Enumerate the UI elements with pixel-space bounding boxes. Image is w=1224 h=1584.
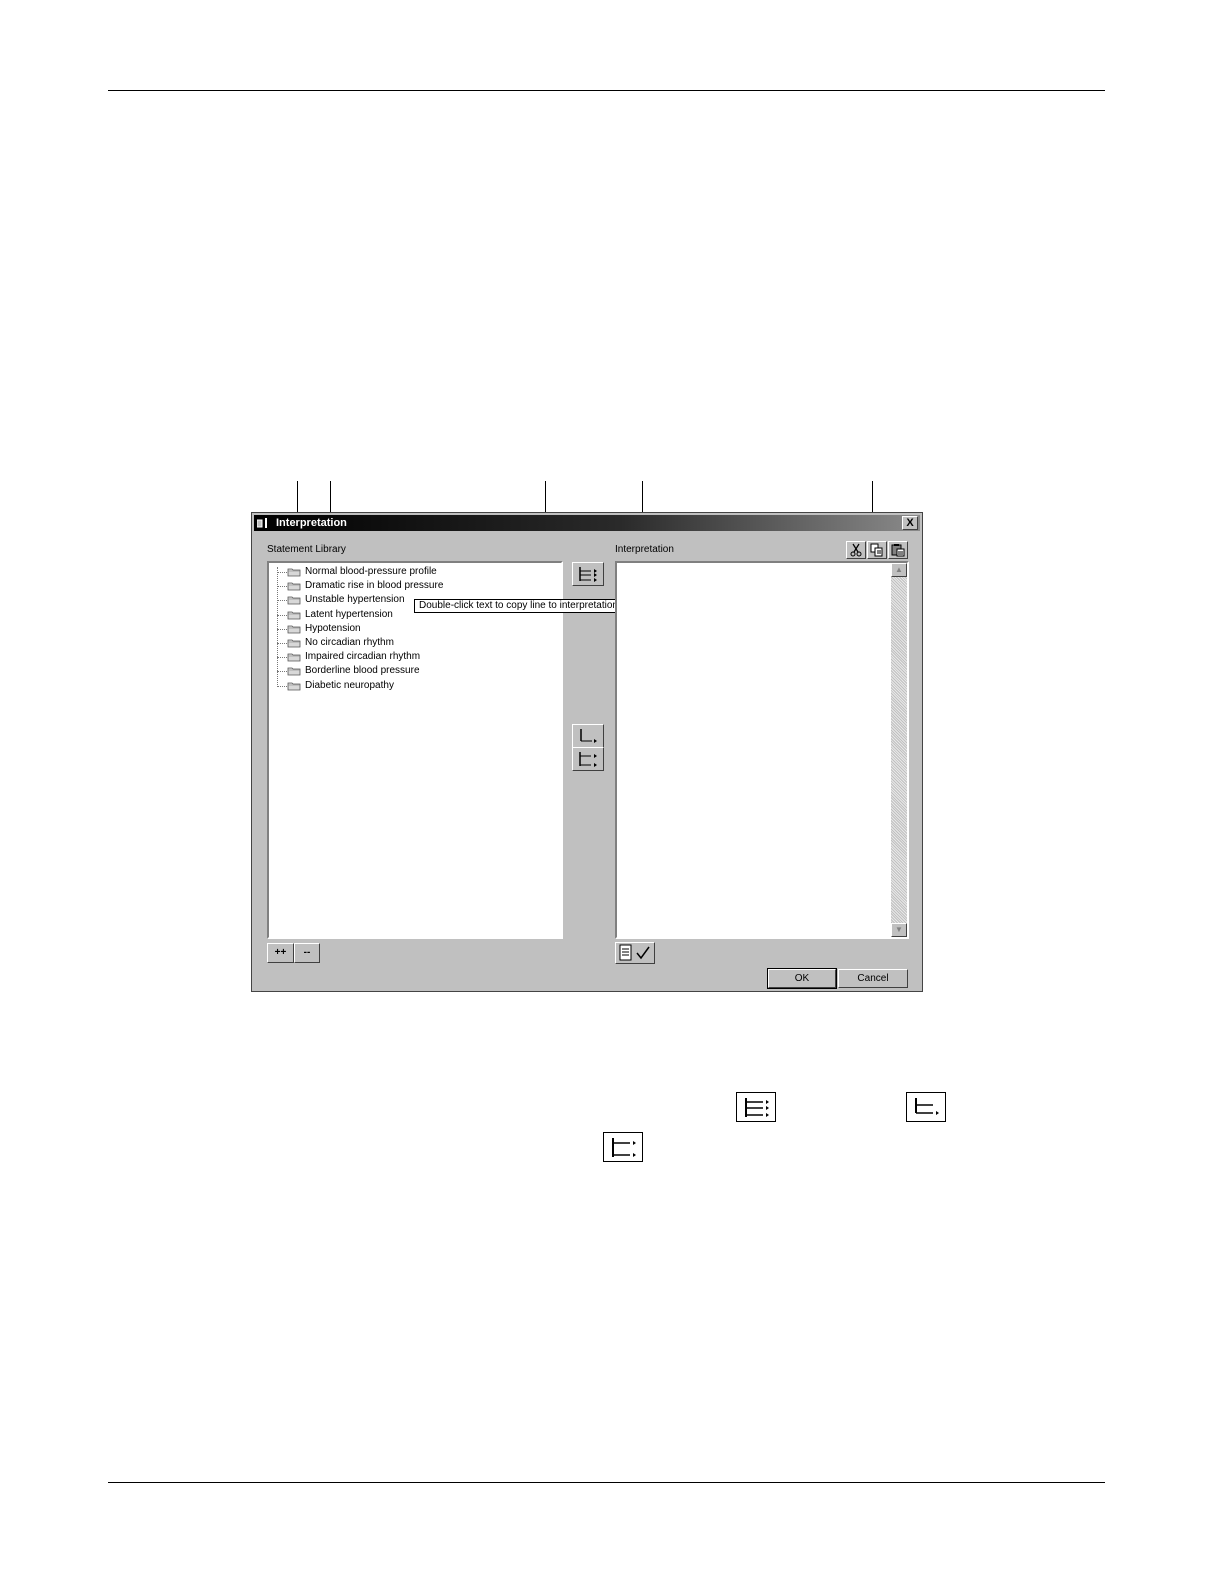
tree-connector	[277, 685, 287, 687]
folder-icon	[287, 667, 301, 676]
tree-item[interactable]: Normal blood-pressure profile	[305, 565, 437, 579]
tree-item[interactable]: Diabetic neuropathy	[305, 679, 394, 693]
tree-connector	[277, 600, 287, 602]
cut-button[interactable]	[846, 541, 866, 559]
tree-connector	[277, 567, 278, 685]
interpretation-label: Interpretation	[615, 544, 674, 555]
copy-button[interactable]	[867, 541, 887, 559]
copy-line-button[interactable]	[572, 724, 604, 748]
bottom-rule	[108, 1482, 1105, 1483]
copy-all-button[interactable]	[572, 562, 604, 586]
folder-icon	[287, 568, 301, 577]
tree-connector	[277, 586, 287, 588]
tree-item[interactable]: Borderline blood pressure	[305, 664, 420, 678]
copy-line-icon-sample	[906, 1092, 946, 1122]
apply-interpretation-button[interactable]	[615, 942, 655, 964]
folder-icon	[287, 582, 301, 591]
scroll-down-button[interactable]: ▼	[891, 923, 907, 937]
ok-button[interactable]: OK	[767, 968, 837, 989]
copy-branch-icon-sample	[603, 1132, 643, 1162]
top-rule	[108, 90, 1105, 91]
folder-icon	[287, 611, 301, 619]
cancel-button[interactable]: Cancel	[838, 969, 908, 988]
document-check-icon	[619, 944, 650, 961]
cut-icon	[850, 543, 862, 557]
interpretation-scrollbar[interactable]: ▲ ▼	[891, 563, 907, 937]
folder-icon	[287, 639, 301, 648]
copy-branch-icon	[579, 752, 597, 767]
expand-all-button[interactable]: ++	[267, 943, 294, 963]
copy-line-icon	[580, 729, 597, 743]
app-icon	[257, 518, 267, 528]
folder-icon	[287, 653, 301, 662]
dialog-title: Interpretation	[276, 517, 347, 529]
tree-item[interactable]: Latent hypertension	[305, 608, 393, 622]
folder-icon	[287, 596, 301, 605]
paste-icon	[891, 544, 905, 557]
tree-item[interactable]: Impaired circadian rhythm	[305, 650, 420, 664]
collapse-all-button[interactable]: --	[294, 943, 320, 963]
title-bar[interactable]: Interpretation X	[254, 515, 920, 531]
copy-all-icon-sample	[736, 1092, 776, 1122]
copy-branch-icon	[612, 1138, 636, 1157]
close-button[interactable]: X	[902, 516, 918, 530]
paste-button[interactable]	[888, 541, 908, 559]
tree-connector	[277, 614, 287, 616]
tree-item[interactable]: Dramatic rise in blood pressure	[305, 579, 443, 593]
copy-all-icon	[745, 1098, 769, 1117]
tooltip: Double-click text to copy line to interp…	[414, 599, 647, 613]
statement-library-label: Statement Library	[267, 544, 346, 555]
copy-branch-button[interactable]	[572, 747, 604, 771]
tree-item[interactable]: Unstable hypertension	[305, 593, 405, 607]
interpretation-dialog: Interpretation X Statement Library Inter…	[251, 512, 923, 992]
interpretation-field[interactable]: ▲ ▼	[615, 561, 909, 939]
statement-library-tree[interactable]: Normal blood-pressure profile Dramatic ri…	[267, 561, 563, 939]
copy-icon	[870, 543, 883, 557]
tree-connector	[277, 657, 287, 659]
tree-connector	[277, 671, 287, 673]
tree-connector	[277, 628, 287, 630]
scroll-up-button[interactable]: ▲	[891, 563, 907, 577]
tree-connector	[277, 643, 287, 644]
folder-icon	[287, 625, 301, 634]
copy-all-icon	[579, 567, 597, 582]
folder-icon	[287, 682, 301, 690]
tree-connector	[277, 572, 287, 573]
tree-item[interactable]: No circadian rhythm	[305, 636, 394, 650]
copy-line-icon	[915, 1098, 939, 1115]
tree-item[interactable]: Hypotension	[305, 622, 361, 636]
